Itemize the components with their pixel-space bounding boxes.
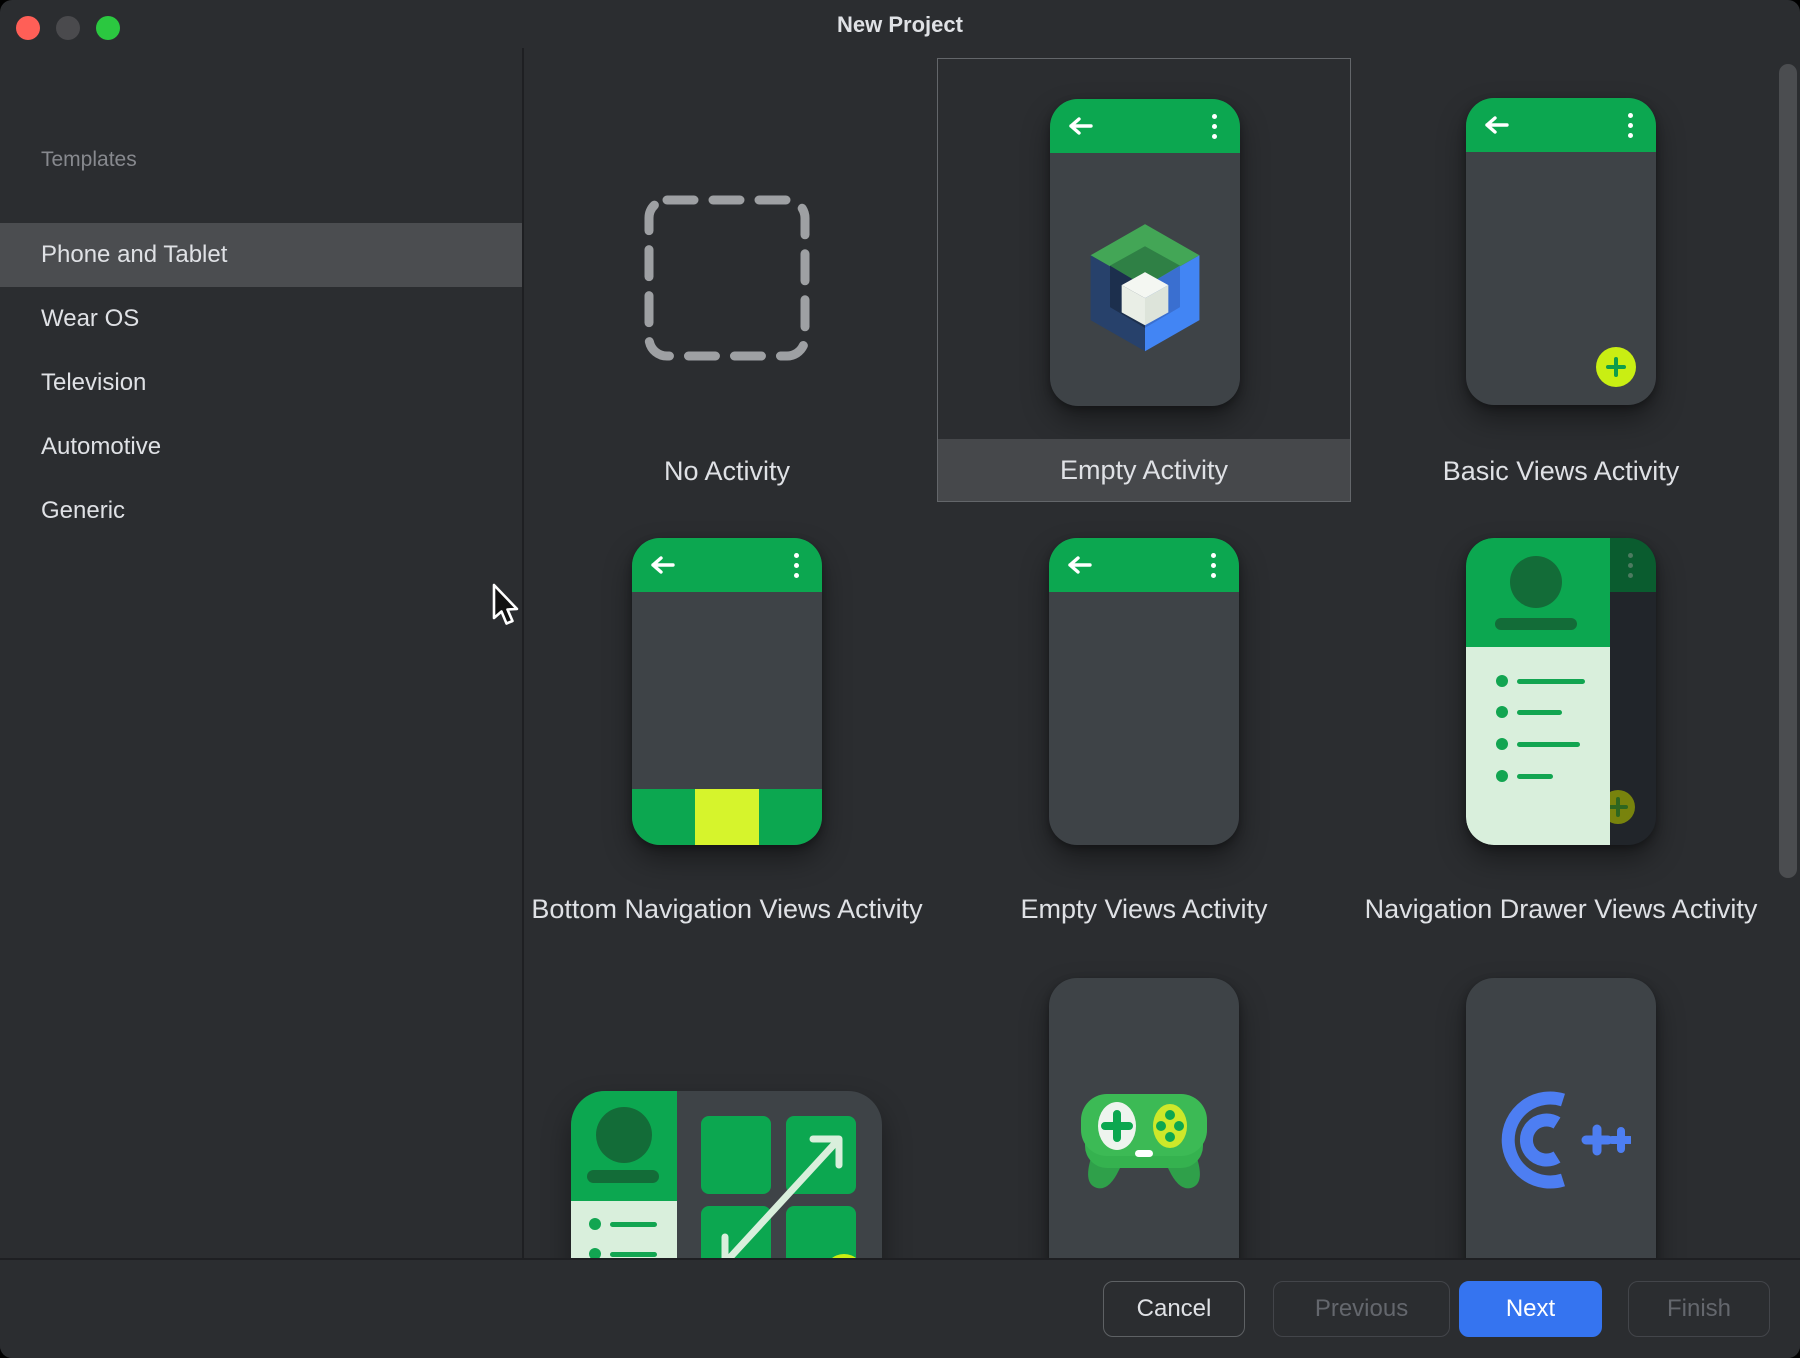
cancel-button[interactable]: Cancel bbox=[1103, 1281, 1245, 1337]
phone-mockup bbox=[1049, 978, 1239, 1258]
phone-mockup bbox=[632, 538, 822, 845]
template-card-no-activity[interactable]: No Activity bbox=[520, 58, 934, 502]
title-bar: New Project bbox=[0, 0, 1800, 48]
dashed-placeholder-icon bbox=[644, 195, 810, 366]
phone-toolbar bbox=[632, 538, 822, 592]
sidebar-item-automotive[interactable]: Automotive bbox=[0, 415, 522, 479]
phone-mockup bbox=[1049, 538, 1239, 845]
fab-add-icon bbox=[1596, 347, 1636, 387]
nav-drawer-icon bbox=[1466, 538, 1610, 845]
phone-toolbar bbox=[1050, 99, 1240, 153]
compose-logo-icon bbox=[1080, 219, 1210, 359]
phone-mockup bbox=[1050, 99, 1240, 406]
template-card-empty-views-activity[interactable]: Empty Views Activity bbox=[937, 498, 1351, 942]
template-card-bottom-navigation-views-activity[interactable]: Bottom Navigation Views Activity bbox=[520, 498, 934, 942]
templates-sidebar: Templates Phone and Tablet Wear OS Telev… bbox=[0, 48, 522, 1258]
sidebar-item-generic[interactable]: Generic bbox=[0, 479, 522, 543]
sidebar-list: Phone and Tablet Wear OS Television Auto… bbox=[0, 223, 522, 543]
phone-toolbar bbox=[1049, 538, 1239, 592]
phone-mockup bbox=[1466, 978, 1656, 1258]
kebab-menu-icon bbox=[1211, 553, 1217, 583]
phone-mockup bbox=[1466, 98, 1656, 405]
phone-toolbar bbox=[1466, 98, 1656, 152]
template-card-empty-activity[interactable]: Empty Activity bbox=[937, 58, 1351, 502]
kebab-menu-icon bbox=[1628, 553, 1634, 583]
next-button[interactable]: Next bbox=[1459, 1281, 1602, 1337]
cpp-logo-icon bbox=[1491, 1090, 1631, 1190]
back-arrow-icon bbox=[650, 555, 676, 575]
sidebar-item-wear-os[interactable]: Wear OS bbox=[0, 287, 522, 351]
avatar bbox=[596, 1107, 652, 1163]
window-title: New Project bbox=[0, 12, 1800, 38]
game-controller-icon bbox=[1077, 1088, 1211, 1192]
new-project-dialog: New Project Templates Phone and Tablet W… bbox=[0, 0, 1800, 1358]
expand-arrow-icon bbox=[707, 1121, 857, 1258]
tablet-mockup bbox=[571, 1091, 882, 1258]
kebab-menu-icon bbox=[1212, 114, 1218, 144]
template-grid: No Activity bbox=[520, 48, 1782, 1258]
card-label: Navigation Drawer Views Activity bbox=[1354, 831, 1768, 927]
card-label: No Activity bbox=[520, 440, 934, 502]
sidebar-item-television[interactable]: Television bbox=[0, 351, 522, 415]
card-label: Basic Views Activity bbox=[1354, 440, 1768, 502]
template-card-adaptive-views[interactable] bbox=[520, 938, 934, 1258]
back-arrow-icon bbox=[1068, 116, 1094, 136]
template-card-native-cpp[interactable] bbox=[1354, 938, 1768, 1258]
card-label-selected: Empty Activity bbox=[938, 439, 1350, 501]
template-card-game-activity[interactable] bbox=[937, 938, 1351, 1258]
kebab-menu-icon bbox=[794, 553, 800, 583]
template-card-basic-views-activity[interactable]: Basic Views Activity bbox=[1354, 58, 1768, 502]
back-arrow-icon bbox=[1067, 555, 1093, 575]
vertical-scrollbar[interactable] bbox=[1779, 64, 1797, 878]
kebab-menu-icon bbox=[1628, 113, 1634, 143]
card-label: Bottom Navigation Views Activity bbox=[520, 831, 934, 927]
phone-mockup bbox=[1466, 538, 1656, 845]
back-arrow-icon bbox=[1484, 115, 1510, 135]
action-bar: Cancel Previous Next Finish bbox=[0, 1260, 1800, 1358]
sidebar-header: Templates bbox=[41, 148, 137, 172]
card-label: Empty Views Activity bbox=[937, 831, 1351, 927]
previous-button[interactable]: Previous bbox=[1273, 1281, 1450, 1337]
finish-button[interactable]: Finish bbox=[1628, 1281, 1770, 1337]
template-card-navigation-drawer-views-activity[interactable]: Navigation Drawer Views Activity bbox=[1354, 498, 1768, 942]
avatar bbox=[1510, 556, 1562, 608]
sidebar-item-phone-and-tablet[interactable]: Phone and Tablet bbox=[0, 223, 522, 287]
